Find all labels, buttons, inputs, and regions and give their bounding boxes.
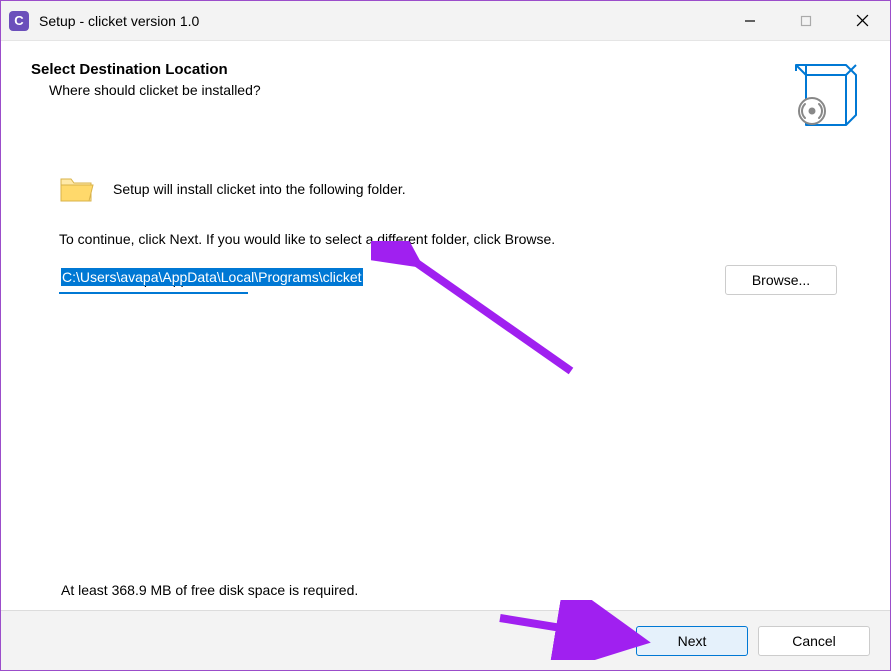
titlebar: C Setup - clicket version 1.0 [1,1,890,41]
install-path-input[interactable] [59,266,248,294]
browse-button[interactable]: Browse... [725,265,837,295]
wizard-footer: Next Cancel [1,610,890,670]
continue-instruction: To continue, click Next. If you would li… [59,231,860,247]
app-icon: C [9,11,29,31]
annotation-arrow-1 [371,241,591,391]
cancel-button[interactable]: Cancel [758,626,870,656]
close-icon [856,14,869,27]
install-description: Setup will install clicket into the foll… [113,181,406,197]
page-subtitle: Where should clicket be installed? [49,82,261,98]
minimize-button[interactable] [722,1,778,40]
maximize-icon [800,15,812,27]
disk-space-label: At least 368.9 MB of free disk space is … [61,582,358,598]
folder-icon [59,173,95,205]
close-button[interactable] [834,1,890,40]
page-title: Select Destination Location [31,61,261,78]
wizard-box-icon [788,61,860,133]
wizard-content: Select Destination Location Where should… [1,41,890,610]
maximize-button [778,1,834,40]
window-title: Setup - clicket version 1.0 [39,13,722,29]
minimize-icon [744,15,756,27]
next-button[interactable]: Next [636,626,748,656]
